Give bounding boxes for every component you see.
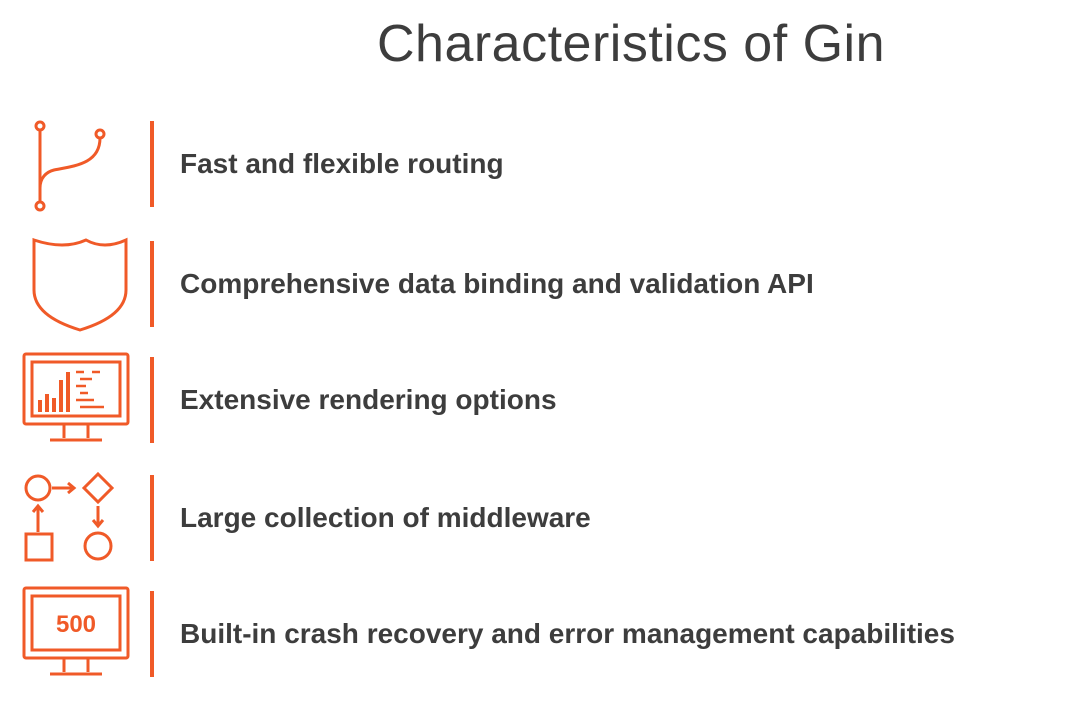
feature-item-data-binding: Comprehensive data binding and validatio… xyxy=(0,234,1092,334)
monitor-chart-icon xyxy=(14,350,134,450)
feature-item-routing: Fast and flexible routing xyxy=(0,114,1092,214)
feature-label: Extensive rendering options xyxy=(180,384,557,415)
routing-path-icon xyxy=(14,114,134,214)
monitor-error-icon: 500 xyxy=(14,584,134,684)
feature-item-middleware: Large collection of middleware xyxy=(0,468,1092,568)
divider xyxy=(150,121,154,207)
feature-label: Built-in crash recovery and error manage… xyxy=(180,618,955,649)
divider xyxy=(150,475,154,561)
divider xyxy=(150,357,154,443)
feature-label: Fast and flexible routing xyxy=(180,148,504,179)
feature-label: Comprehensive data binding and validatio… xyxy=(180,268,814,299)
divider xyxy=(150,241,154,327)
slide-title: Characteristics of Gin xyxy=(376,15,886,73)
feature-label: Large collection of middleware xyxy=(180,502,591,533)
divider xyxy=(150,591,154,677)
error-code-text: 500 xyxy=(56,611,96,638)
feature-item-crash-recovery: 500 Built-in crash recovery and error ma… xyxy=(0,584,1092,684)
feature-item-rendering: Extensive rendering options xyxy=(0,350,1092,450)
flowchart-icon xyxy=(14,468,134,568)
shield-icon xyxy=(14,234,134,334)
